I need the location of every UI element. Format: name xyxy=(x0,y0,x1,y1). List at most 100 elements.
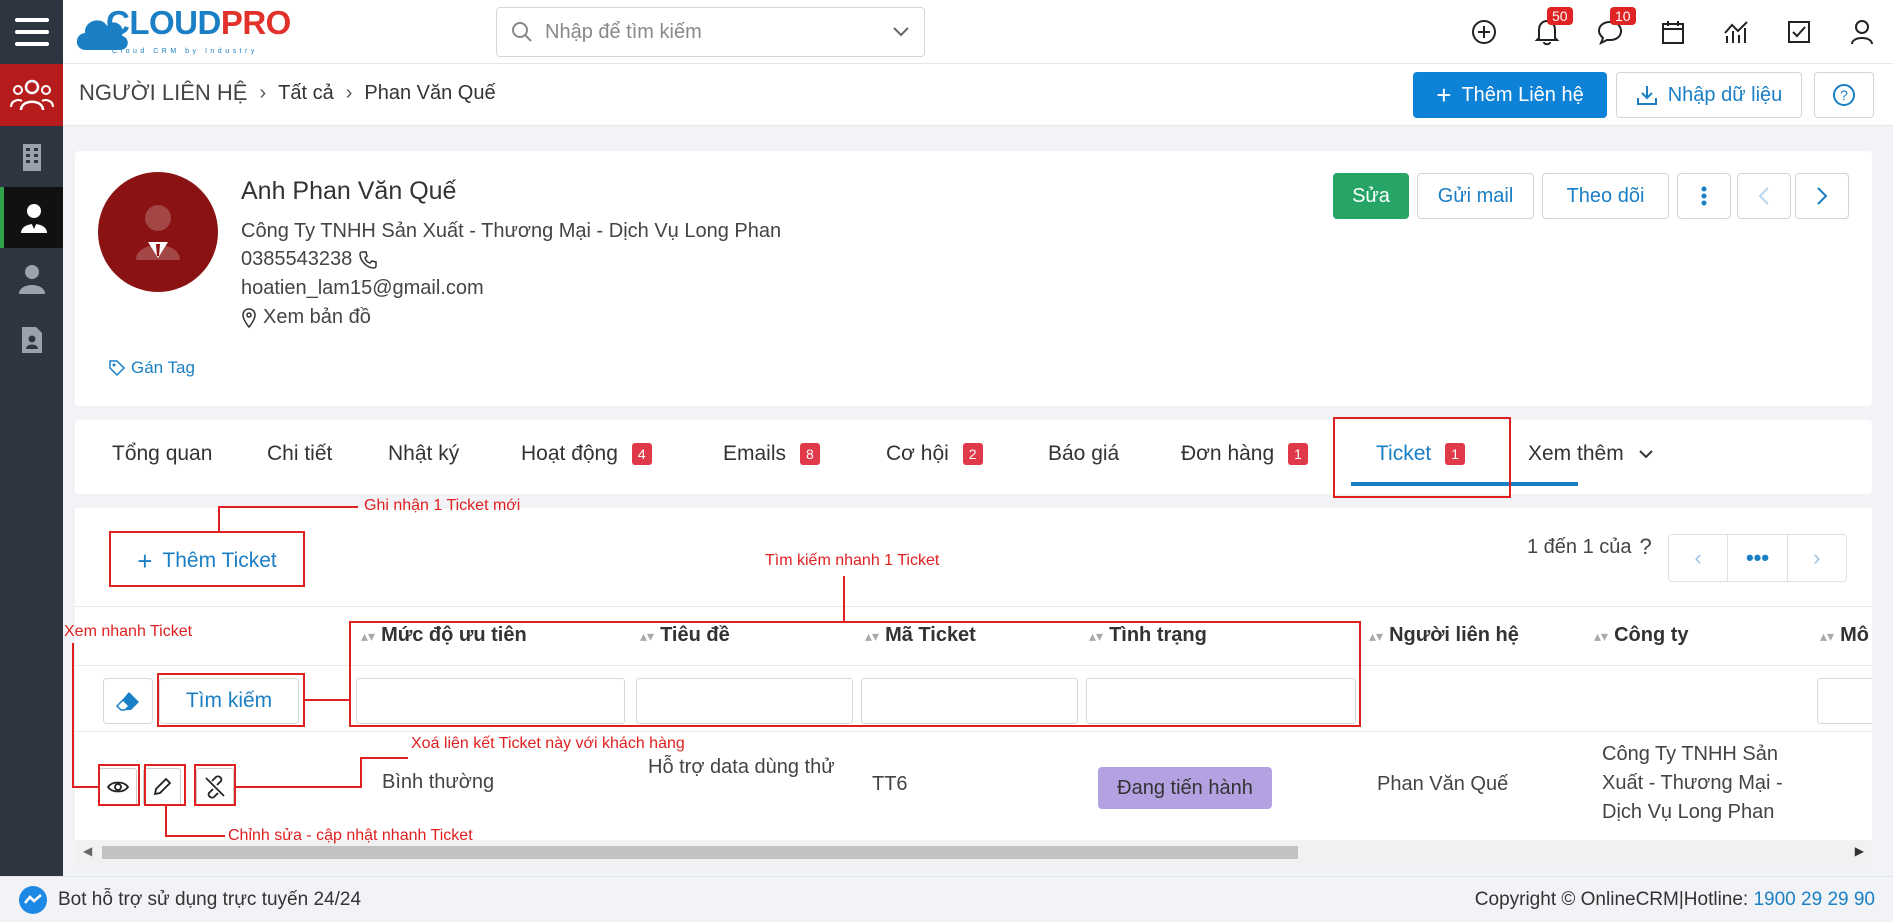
annotation-line xyxy=(305,699,351,701)
tab-label: Báo giá xyxy=(1048,442,1120,465)
edit-button[interactable]: Sửa xyxy=(1333,173,1409,219)
avatar-person-icon xyxy=(136,205,180,260)
tab-label: Tổng quan xyxy=(112,442,213,465)
scroll-thumb[interactable] xyxy=(102,846,1298,859)
tab-label: Xem thêm xyxy=(1528,442,1624,465)
annotation-quick-edit: Chỉnh sửa - cập nhật nhanh Ticket xyxy=(228,827,473,844)
tab-quotes[interactable]: Báo giá xyxy=(1048,442,1119,466)
plus-circle-icon xyxy=(1471,20,1496,44)
chevron-down-icon xyxy=(1638,450,1653,459)
tasks-button[interactable] xyxy=(1767,0,1830,64)
next-page-button[interactable]: › xyxy=(1788,535,1846,581)
sidebar-item-documents[interactable] xyxy=(0,309,63,370)
chart-icon xyxy=(1723,21,1748,43)
breadcrumb-root[interactable]: NGƯỜI LIÊN HỆ xyxy=(79,80,247,106)
view-map-link[interactable]: Xem bản đồ xyxy=(241,306,371,329)
cell-ticket-code[interactable]: TT6 xyxy=(872,770,908,799)
pagination-help-icon[interactable]: ? xyxy=(1640,534,1652,560)
import-button[interactable]: Nhập dữ liệu xyxy=(1616,72,1802,118)
cell-priority: Bình thường xyxy=(382,771,495,793)
follow-button[interactable]: Theo dõi xyxy=(1542,173,1669,219)
notifications-badge: 50 xyxy=(1547,7,1573,25)
breadcrumb-all[interactable]: Tất cả xyxy=(278,82,334,105)
scroll-left-icon[interactable]: ◀ xyxy=(83,844,92,858)
reports-button[interactable] xyxy=(1704,0,1767,64)
quick-create-button[interactable] xyxy=(1452,0,1515,64)
tab-count-badge: 4 xyxy=(631,443,652,465)
messages-button[interactable]: 10 xyxy=(1578,0,1641,64)
left-sidebar xyxy=(0,64,63,876)
tag-text: Gán Tag xyxy=(131,358,195,377)
annotation-line xyxy=(218,506,358,508)
search-icon xyxy=(512,22,532,42)
help-button[interactable]: ? xyxy=(1814,72,1874,118)
tab-activities[interactable]: Hoạt động 4 xyxy=(521,442,652,466)
hamburger-icon[interactable] xyxy=(0,0,63,64)
messenger-icon xyxy=(19,885,47,914)
global-search[interactable]: Nhập để tìm kiếm xyxy=(496,7,925,57)
annotation-line xyxy=(165,835,225,837)
breadcrumb-current: Phan Văn Quế xyxy=(364,81,496,104)
checkbox-icon xyxy=(1787,21,1810,43)
column-company[interactable]: ▴▾ Công ty xyxy=(1594,624,1689,647)
send-mail-button[interactable]: Gửi mail xyxy=(1417,173,1534,219)
user-menu-button[interactable] xyxy=(1830,0,1893,64)
more-actions-button[interactable] xyxy=(1677,173,1731,219)
prev-record-button[interactable] xyxy=(1737,173,1791,219)
breadcrumb: NGƯỜI LIÊN HỆ › Tất cả › Phan Văn Quế xyxy=(79,80,496,106)
tab-label: Đơn hàng xyxy=(1181,442,1275,465)
tab-label: Cơ hội xyxy=(886,442,949,465)
page-menu-button[interactable]: ••• xyxy=(1727,535,1788,581)
logo[interactable]: CLOUDPRO Cloud CRM by Industry xyxy=(72,4,291,56)
more-vertical-icon xyxy=(1701,186,1707,206)
cell-contact[interactable]: Phan Văn Quế xyxy=(1377,770,1508,799)
sort-icon: ▴▾ xyxy=(1369,627,1384,644)
sidebar-item-organizations[interactable] xyxy=(0,126,63,187)
status-badge: Đang tiến hành xyxy=(1098,767,1272,809)
column-description[interactable]: ▴▾ Mô xyxy=(1820,624,1869,647)
column-contact[interactable]: ▴▾ Người liên hệ xyxy=(1369,624,1519,647)
contact-company[interactable]: Công Ty TNHH Sản Xuất - Thương Mại - Dịc… xyxy=(241,220,781,243)
avatar[interactable] xyxy=(98,172,218,292)
contact-email[interactable]: hoatien_lam15@gmail.com xyxy=(241,277,484,300)
sidebar-item-leads[interactable] xyxy=(0,248,63,309)
support-bot-text: Bot hỗ trợ sử dụng trực tuyến 24/24 xyxy=(58,888,362,910)
notifications-button[interactable]: 50 xyxy=(1515,0,1578,64)
prev-page-button[interactable]: ‹ xyxy=(1669,535,1727,581)
hotline-link[interactable]: 1900 29 29 90 xyxy=(1753,889,1875,910)
tab-opportunities[interactable]: Cơ hội 2 xyxy=(886,442,983,466)
annotation-line xyxy=(236,786,362,788)
email-text: hoatien_lam15@gmail.com xyxy=(241,277,484,299)
next-record-button[interactable] xyxy=(1795,173,1849,219)
plus-icon: + xyxy=(1436,80,1452,110)
scroll-right-icon[interactable]: ▶ xyxy=(1855,844,1864,858)
tab-more[interactable]: Xem thêm xyxy=(1528,442,1654,466)
contact-phone[interactable]: 0385543238 xyxy=(241,248,378,271)
support-bot-link[interactable]: Bot hỗ trợ sử dụng trực tuyến 24/24 xyxy=(18,885,361,915)
search-placeholder: Nhập để tìm kiếm xyxy=(545,20,702,43)
cell-company[interactable]: Công Ty TNHH Sản Xuất - Thương Mại - Dịc… xyxy=(1602,740,1822,827)
import-label: Nhập dữ liệu xyxy=(1667,83,1783,106)
phone-icon[interactable] xyxy=(358,250,378,270)
clear-filter-button[interactable] xyxy=(103,678,153,724)
annotation-line xyxy=(72,643,74,788)
column-label: Công ty xyxy=(1614,624,1689,646)
tab-count-badge: 1 xyxy=(1288,443,1308,465)
add-contact-button[interactable]: + Thêm Liên hệ xyxy=(1413,72,1607,118)
assign-tag-link[interactable]: Gán Tag xyxy=(108,358,195,378)
tab-emails[interactable]: Emails 8 xyxy=(723,442,820,466)
filter-description-input[interactable] xyxy=(1817,678,1872,724)
tab-orders[interactable]: Đơn hàng 1 xyxy=(1181,442,1308,466)
sidebar-item-contacts[interactable] xyxy=(0,187,63,248)
tab-overview[interactable]: Tổng quan xyxy=(112,442,212,466)
map-text: Xem bản đồ xyxy=(263,306,371,328)
tab-details[interactable]: Chi tiết xyxy=(267,442,332,466)
sidebar-item-contacts-module[interactable] xyxy=(0,64,63,126)
tab-label: Hoạt động xyxy=(521,442,618,465)
chevron-down-icon[interactable] xyxy=(892,26,910,38)
calendar-button[interactable] xyxy=(1641,0,1704,64)
footer: Bot hỗ trợ sử dụng trực tuyến 24/24 Copy… xyxy=(0,876,1893,922)
chevron-right-icon: › xyxy=(259,81,267,104)
tab-log[interactable]: Nhật ký xyxy=(388,442,459,466)
cell-title[interactable]: Hỗ trợ data dùng thử xyxy=(648,753,848,782)
